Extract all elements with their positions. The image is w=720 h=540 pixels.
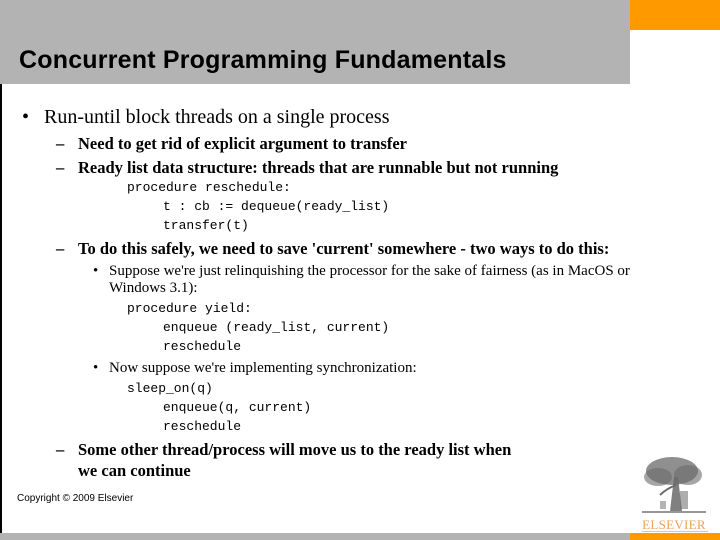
dash-marker: – [56,239,65,258]
code-line: transfer(t) [163,218,249,233]
dash-marker: – [56,440,65,459]
sub-bullet-explicit-argument: Need to get rid of explicit argument to … [78,134,407,153]
sub-bullet-ready-list: Ready list data structure: threads that … [78,158,559,177]
left-border [0,84,2,533]
bullet-marker: • [93,263,99,279]
sub-sub-bullet-synchronization: Now suppose we're implementing synchroni… [109,360,417,376]
code-line: reschedule [163,339,242,354]
slide-title: Concurrent Programming Fundamentals [19,46,507,74]
elsevier-logo: ELSEVIER [638,455,710,533]
accent-block-top [630,0,720,30]
bullet-marker: • [22,106,30,128]
code-line: enqueue(q, current) [163,400,312,415]
logo-underline [642,531,708,532]
bullet-run-until-block: Run-until block threads on a single proc… [44,106,390,128]
code-line: enqueue (ready_list, current) [163,320,390,335]
dash-marker: – [56,134,65,153]
sub-bullet-save-current: To do this safely, we need to save 'curr… [78,239,610,258]
code-line: procedure reschedule: [127,180,291,195]
sub-sub-bullet-relinquish-cont: Windows 3.1): [109,280,198,296]
code-line: sleep_on(q) [127,381,213,396]
footer-bar [0,533,630,540]
accent-block-bottom [630,533,720,540]
copyright-notice: Copyright © 2009 Elsevier [17,493,134,504]
bullet-marker: • [93,360,99,376]
sub-sub-bullet-relinquish: Suppose we're just relinquishing the pro… [109,263,630,279]
dash-marker: – [56,158,65,177]
code-line: procedure yield: [127,301,252,316]
sub-bullet-ready-list-move: Some other thread/process will move us t… [78,440,512,459]
code-line: t : cb := dequeue(ready_list) [163,199,390,214]
elsevier-tree-icon [642,457,706,513]
code-line: reschedule [163,419,242,434]
sub-bullet-ready-list-move-cont: we can continue [78,461,191,480]
